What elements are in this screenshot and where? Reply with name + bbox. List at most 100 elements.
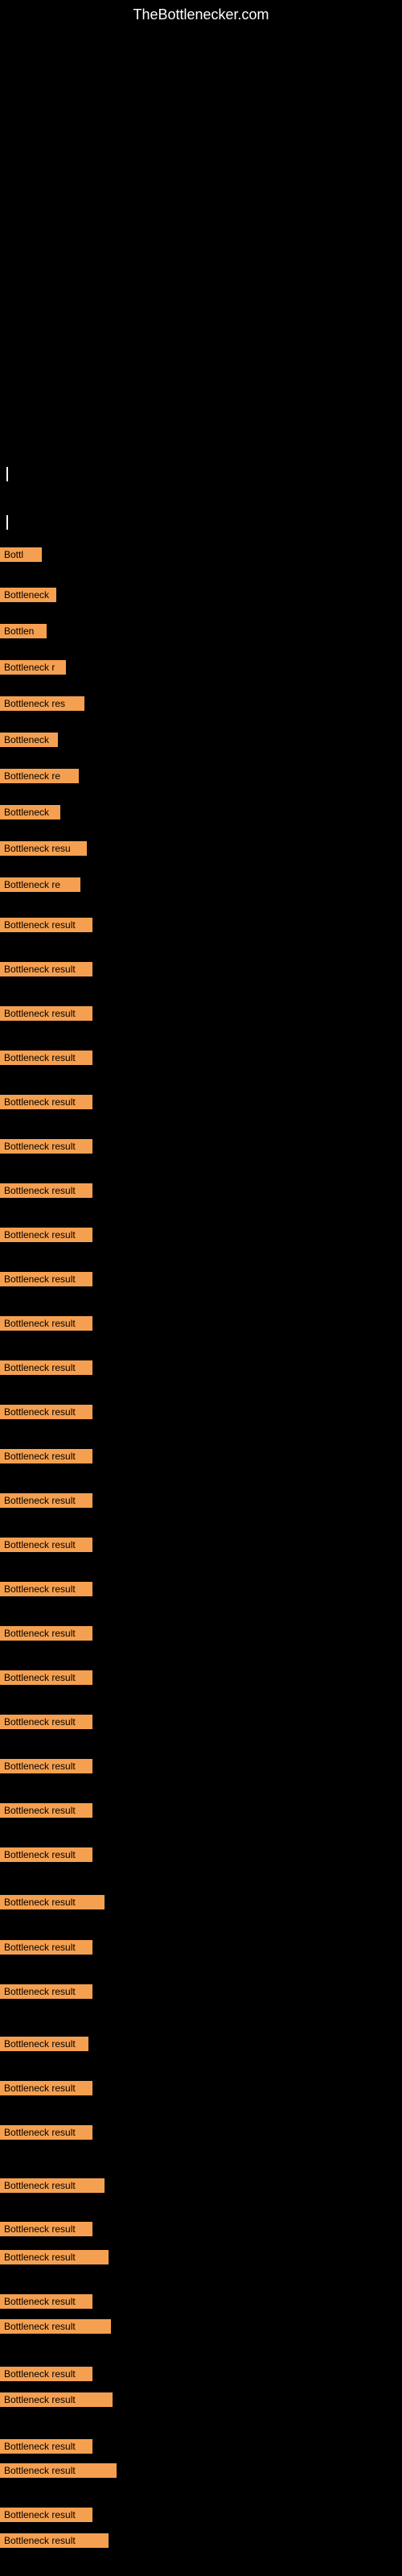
bottleneck-label-31: Bottleneck result	[4, 1805, 88, 1816]
bottleneck-item-20[interactable]: Bottleneck result	[0, 1316, 92, 1331]
bottleneck-label-7: Bottleneck re	[4, 770, 75, 782]
bottleneck-label-27: Bottleneck result	[4, 1628, 88, 1639]
bottleneck-item-26[interactable]: Bottleneck result	[0, 1582, 92, 1596]
bottleneck-item-18[interactable]: Bottleneck result	[0, 1228, 92, 1242]
bottleneck-label-13: Bottleneck result	[4, 1008, 88, 1019]
bottleneck-label-18: Bottleneck result	[4, 1229, 88, 1241]
bottleneck-label-39: Bottleneck result	[4, 2180, 100, 2191]
bottleneck-item-43[interactable]: Bottleneck result	[0, 2319, 111, 2334]
bottleneck-label-1: Bottl	[4, 549, 38, 560]
bottleneck-label-4: Bottleneck r	[4, 662, 62, 673]
bottleneck-item-24[interactable]: Bottleneck result	[0, 1493, 92, 1508]
bottleneck-item-22[interactable]: Bottleneck result	[0, 1405, 92, 1419]
bottleneck-item-29[interactable]: Bottleneck result	[0, 1715, 92, 1729]
bottleneck-label-46: Bottleneck result	[4, 2441, 88, 2452]
bottleneck-label-21: Bottleneck result	[4, 1362, 88, 1373]
bottleneck-item-12[interactable]: Bottleneck result	[0, 962, 92, 976]
bottleneck-item-30[interactable]: Bottleneck result	[0, 1759, 92, 1773]
bottleneck-label-17: Bottleneck result	[4, 1185, 88, 1196]
bottleneck-label-49: Bottleneck result	[4, 2535, 105, 2546]
bottleneck-label-9: Bottleneck resu	[4, 843, 83, 854]
site-title: TheBottlenecker.com	[0, 0, 402, 23]
bottleneck-item-15[interactable]: Bottleneck result	[0, 1095, 92, 1109]
bottleneck-item-16[interactable]: Bottleneck result	[0, 1139, 92, 1154]
bottleneck-label-35: Bottleneck result	[4, 1986, 88, 1997]
bottleneck-label-23: Bottleneck result	[4, 1451, 88, 1462]
bottleneck-label-48: Bottleneck result	[4, 2509, 88, 2520]
bottleneck-label-38: Bottleneck result	[4, 2127, 88, 2138]
bottleneck-item-34[interactable]: Bottleneck result	[0, 1940, 92, 1955]
bottleneck-label-11: Bottleneck result	[4, 919, 88, 931]
bottleneck-item-6[interactable]: Bottleneck	[0, 733, 58, 747]
bottleneck-item-23[interactable]: Bottleneck result	[0, 1449, 92, 1463]
bottleneck-item-31[interactable]: Bottleneck result	[0, 1803, 92, 1818]
bottleneck-item-13[interactable]: Bottleneck result	[0, 1006, 92, 1021]
main-content: TheBottlenecker.com Bottl Bottleneck Bottl…	[0, 0, 402, 2576]
bottleneck-item-9[interactable]: Bottleneck resu	[0, 841, 87, 856]
bottleneck-item-47[interactable]: Bottleneck result	[0, 2463, 117, 2478]
cursor-line-1	[6, 467, 8, 481]
bottleneck-label-25: Bottleneck result	[4, 1539, 88, 1550]
bottleneck-label-12: Bottleneck result	[4, 964, 88, 975]
bottleneck-label-40: Bottleneck result	[4, 2223, 88, 2235]
bottleneck-item-33[interactable]: Bottleneck result	[0, 1895, 105, 1909]
bottleneck-label-32: Bottleneck result	[4, 1849, 88, 1860]
bottleneck-label-42: Bottleneck result	[4, 2296, 88, 2307]
bottleneck-label-3: Bottlen	[4, 625, 43, 637]
bottleneck-label-16: Bottleneck result	[4, 1141, 88, 1152]
bottleneck-item-3[interactable]: Bottlen	[0, 624, 47, 638]
bottleneck-label-22: Bottleneck result	[4, 1406, 88, 1418]
bottleneck-item-8[interactable]: Bottleneck	[0, 805, 60, 819]
bottleneck-item-4[interactable]: Bottleneck r	[0, 660, 66, 675]
bottleneck-label-5: Bottleneck res	[4, 698, 80, 709]
bottleneck-label-8: Bottleneck	[4, 807, 56, 818]
bottleneck-label-47: Bottleneck result	[4, 2465, 113, 2476]
bottleneck-item-10[interactable]: Bottleneck re	[0, 877, 80, 892]
bottleneck-item-27[interactable]: Bottleneck result	[0, 1626, 92, 1641]
bottleneck-item-42[interactable]: Bottleneck result	[0, 2294, 92, 2309]
bottleneck-item-39[interactable]: Bottleneck result	[0, 2178, 105, 2193]
bottleneck-label-19: Bottleneck result	[4, 1274, 88, 1285]
bottleneck-item-37[interactable]: Bottleneck result	[0, 2081, 92, 2095]
cursor-line-2	[6, 515, 8, 530]
bottleneck-label-20: Bottleneck result	[4, 1318, 88, 1329]
bottleneck-item-11[interactable]: Bottleneck result	[0, 918, 92, 932]
bottleneck-item-45[interactable]: Bottleneck result	[0, 2392, 113, 2407]
bottleneck-label-36: Bottleneck result	[4, 2038, 84, 2050]
bottleneck-label-45: Bottleneck result	[4, 2394, 109, 2405]
bottleneck-label-33: Bottleneck result	[4, 1897, 100, 1908]
bottleneck-item-36[interactable]: Bottleneck result	[0, 2037, 88, 2051]
bottleneck-item-46[interactable]: Bottleneck result	[0, 2439, 92, 2454]
bottleneck-label-24: Bottleneck result	[4, 1495, 88, 1506]
bottleneck-label-6: Bottleneck	[4, 734, 54, 745]
bottleneck-label-29: Bottleneck result	[4, 1716, 88, 1728]
bottleneck-item-19[interactable]: Bottleneck result	[0, 1272, 92, 1286]
bottleneck-item-48[interactable]: Bottleneck result	[0, 2508, 92, 2522]
bottleneck-label-37: Bottleneck result	[4, 2083, 88, 2094]
bottleneck-label-34: Bottleneck result	[4, 1942, 88, 1953]
bottleneck-label-43: Bottleneck result	[4, 2321, 107, 2332]
bottleneck-item-25[interactable]: Bottleneck result	[0, 1538, 92, 1552]
bottleneck-item-2[interactable]: Bottleneck	[0, 588, 56, 602]
bottleneck-item-7[interactable]: Bottleneck re	[0, 769, 79, 783]
bottleneck-item-49[interactable]: Bottleneck result	[0, 2533, 109, 2548]
bottleneck-item-1[interactable]: Bottl	[0, 547, 42, 562]
bottleneck-item-28[interactable]: Bottleneck result	[0, 1670, 92, 1685]
bottleneck-item-5[interactable]: Bottleneck res	[0, 696, 84, 711]
bottleneck-label-10: Bottleneck re	[4, 879, 76, 890]
bottleneck-item-41[interactable]: Bottleneck result	[0, 2250, 109, 2264]
bottleneck-label-14: Bottleneck result	[4, 1052, 88, 1063]
bottleneck-item-17[interactable]: Bottleneck result	[0, 1183, 92, 1198]
bottleneck-item-40[interactable]: Bottleneck result	[0, 2222, 92, 2236]
bottleneck-label-41: Bottleneck result	[4, 2252, 105, 2263]
bottleneck-item-38[interactable]: Bottleneck result	[0, 2125, 92, 2140]
bottleneck-item-14[interactable]: Bottleneck result	[0, 1051, 92, 1065]
bottleneck-label-28: Bottleneck result	[4, 1672, 88, 1683]
bottleneck-label-2: Bottleneck	[4, 589, 52, 601]
bottleneck-label-30: Bottleneck result	[4, 1761, 88, 1772]
bottleneck-label-44: Bottleneck result	[4, 2368, 88, 2380]
bottleneck-item-21[interactable]: Bottleneck result	[0, 1360, 92, 1375]
bottleneck-item-35[interactable]: Bottleneck result	[0, 1984, 92, 1999]
bottleneck-item-44[interactable]: Bottleneck result	[0, 2367, 92, 2381]
bottleneck-item-32[interactable]: Bottleneck result	[0, 1847, 92, 1862]
